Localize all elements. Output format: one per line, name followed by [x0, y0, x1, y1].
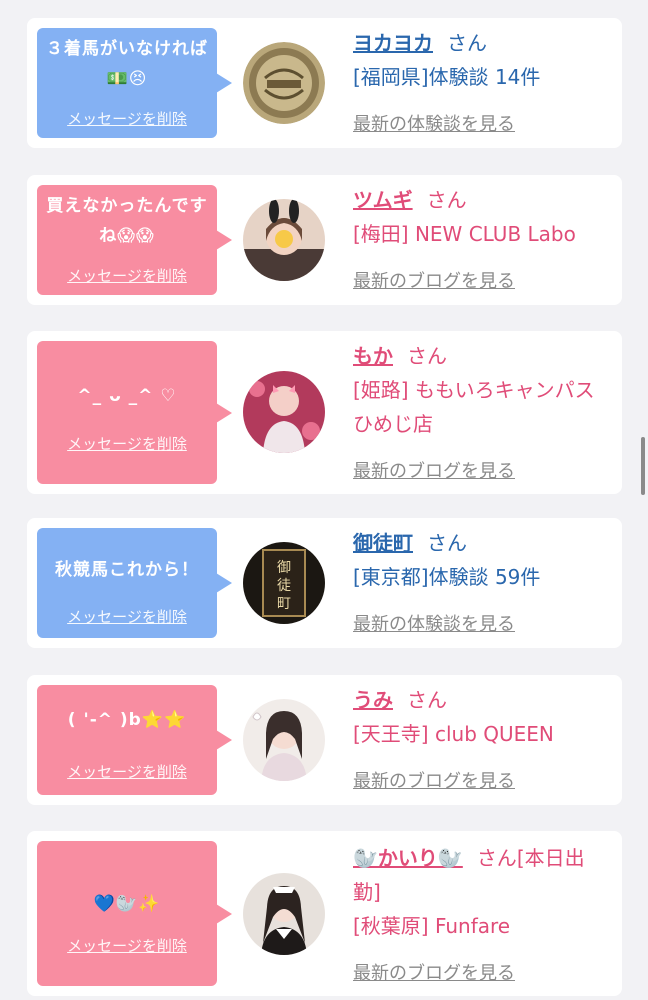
message-card: 買えなかったんですね😱😱 メッセージを削除 ツムギ さん [梅田] NEW CLU…: [27, 175, 622, 305]
shop-info: [梅田] NEW CLUB Labo: [353, 222, 576, 246]
latest-link[interactable]: 最新のブログを見る: [353, 767, 515, 793]
sender-name[interactable]: ヨカヨカ: [353, 31, 433, 55]
latest-link[interactable]: 最新のブログを見る: [353, 959, 515, 985]
sender-info: うみ さん [天王寺] club QUEEN 最新のブログを見る: [353, 683, 608, 792]
message-text: ３着馬がいなければ💵😣: [46, 39, 208, 89]
honorific: さん: [426, 188, 467, 212]
sender-name[interactable]: もか: [353, 344, 393, 368]
message-text: 秋競馬これから！: [55, 560, 199, 580]
shop-info: [天王寺] club QUEEN: [353, 722, 554, 746]
sender-info: ツムギ さん [梅田] NEW CLUB Labo 最新のブログを見る: [353, 183, 608, 292]
message-card: 💙🦭✨ メッセージを削除 🦭かいり🦭 さん[本日出勤] [秋葉原] Funfare…: [27, 831, 622, 996]
honorific: さん: [447, 31, 487, 55]
message-text: ^_ ᴗ _^ ♡: [77, 386, 177, 406]
delete-message-link[interactable]: メッセージを削除: [37, 606, 217, 627]
avatar[interactable]: [243, 371, 325, 453]
message-card: ３着馬がいなければ💵😣 メッセージを削除 ヨカヨカ さん [福岡県]体験談 14件…: [27, 18, 622, 148]
message-text: 買えなかったんですね😱😱: [46, 196, 208, 246]
avatar[interactable]: [243, 199, 325, 281]
message-bubble: 買えなかったんですね😱😱 メッセージを削除: [37, 185, 232, 295]
latest-link[interactable]: 最新の体験談を見る: [353, 110, 515, 136]
scrollbar[interactable]: [641, 437, 645, 495]
message-bubble: 💙🦭✨ メッセージを削除: [37, 841, 232, 986]
shop-info: [秋葉原] Funfare: [353, 914, 511, 938]
shop-info: [東京都]体験談 59件: [353, 565, 541, 589]
honorific: さん: [407, 344, 447, 368]
shop-info: [福岡県]体験談 14件: [353, 65, 541, 89]
message-bubble: ( '-^ )b⭐⭐ メッセージを削除: [37, 685, 232, 795]
sender-info: 🦭かいり🦭 さん[本日出勤] [秋葉原] Funfare 最新のブログを見る: [353, 841, 608, 984]
message-card: 秋競馬これから！ メッセージを削除 御 徒 町 御徒町 さん [東京都]体験談 5…: [27, 518, 622, 648]
message-card: ( '-^ )b⭐⭐ メッセージを削除 うみ さん [天王寺] club QUEE…: [27, 675, 622, 805]
delete-message-link[interactable]: メッセージを削除: [37, 935, 217, 956]
sender-name[interactable]: 🦭かいり🦭: [353, 846, 463, 870]
sender-info: もか さん [姫路] ももいろキャンパス ひめじ店 最新のブログを見る: [353, 339, 615, 482]
shop-info: [姫路] ももいろキャンパス ひめじ店: [353, 378, 615, 436]
delete-message-link[interactable]: メッセージを削除: [37, 108, 217, 129]
avatar[interactable]: [243, 699, 325, 781]
delete-message-link[interactable]: メッセージを削除: [37, 761, 217, 782]
delete-message-link[interactable]: メッセージを削除: [37, 265, 217, 286]
message-bubble: ３着馬がいなければ💵😣 メッセージを削除: [37, 28, 232, 138]
svg-text:徒: 徒: [277, 578, 291, 594]
message-card: ^_ ᴗ _^ ♡ メッセージを削除 もか さん [姫路] ももいろキャンパス ひ…: [27, 331, 622, 494]
sender-name[interactable]: ツムギ: [353, 188, 413, 212]
avatar[interactable]: [243, 873, 325, 955]
message-bubble: 秋競馬これから！ メッセージを削除: [37, 528, 232, 638]
message-text: 💙🦭✨: [93, 894, 161, 914]
message-bubble: ^_ ᴗ _^ ♡ メッセージを削除: [37, 341, 232, 484]
delete-message-link[interactable]: メッセージを削除: [37, 433, 217, 454]
honorific: さん: [427, 531, 467, 555]
latest-link[interactable]: 最新のブログを見る: [353, 457, 515, 483]
sender-info: 御徒町 さん [東京都]体験談 59件 最新の体験談を見る: [353, 526, 608, 635]
svg-text:御: 御: [277, 560, 291, 576]
honorific: さん: [407, 688, 447, 712]
sender-name[interactable]: うみ: [353, 688, 393, 712]
latest-link[interactable]: 最新の体験談を見る: [353, 610, 515, 636]
avatar[interactable]: 御 徒 町: [243, 542, 325, 624]
honorific: さん: [476, 846, 517, 870]
sender-name[interactable]: 御徒町: [353, 531, 413, 555]
latest-link[interactable]: 最新のブログを見る: [353, 267, 515, 293]
svg-text:町: 町: [277, 596, 291, 612]
message-text: ( '-^ )b⭐⭐: [67, 710, 187, 730]
avatar[interactable]: [243, 42, 325, 124]
sender-info: ヨカヨカ さん [福岡県]体験談 14件 最新の体験談を見る: [353, 26, 608, 135]
